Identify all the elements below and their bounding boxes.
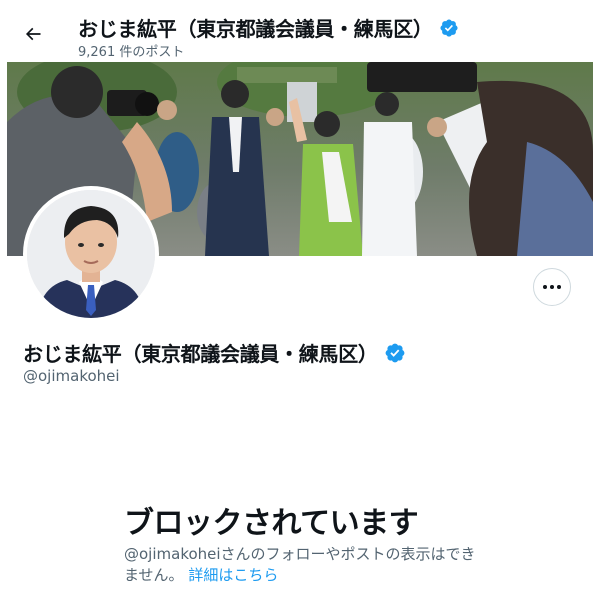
display-name: おじま紘平（東京都議会議員・練馬区）: [23, 342, 378, 366]
more-options-button[interactable]: [533, 268, 571, 306]
header-title: おじま紘平（東京都議会議員・練馬区）: [78, 17, 433, 41]
blocked-description-text: @ojimakoheiさんのフォローやポストの表示はできません。: [124, 545, 476, 584]
more-horizontal-icon: [543, 285, 547, 289]
arrow-left-icon: [23, 24, 43, 48]
blocked-description: @ojimakoheiさんのフォローやポストの表示はできません。 詳細はこちら: [124, 544, 484, 586]
profile-header: おじま紘平（東京都議会議員・練馬区） 9,261 件のポスト: [0, 0, 600, 62]
post-count: 9,261 件のポスト: [78, 45, 185, 60]
blocked-title: ブロックされています: [124, 506, 419, 541]
profile-avatar[interactable]: [23, 186, 159, 322]
back-button[interactable]: [18, 21, 48, 51]
header-title-row: おじま紘平（東京都議会議員・練馬区）: [78, 13, 459, 42]
details-link[interactable]: 詳細はこちら: [188, 566, 278, 584]
verified-badge-icon: [439, 18, 459, 38]
profile-handle: @ojimakohei: [23, 367, 120, 385]
profile-name-row: おじま紘平（東京都議会議員・練馬区）: [23, 338, 406, 367]
verified-badge-icon: [384, 342, 406, 364]
